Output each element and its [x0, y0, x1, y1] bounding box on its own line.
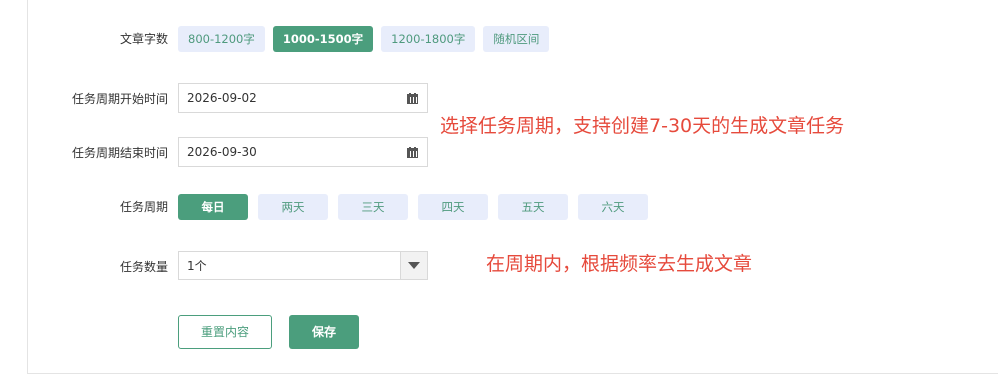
- word-count-option-1200-1800[interactable]: 1200-1800字: [381, 26, 476, 52]
- period-option-four-days[interactable]: 四天: [418, 194, 488, 220]
- period-option-six-days[interactable]: 六天: [578, 194, 648, 220]
- content-border-bottom: [27, 373, 998, 374]
- period-option-five-days[interactable]: 五天: [498, 194, 568, 220]
- calendar-icon[interactable]: [407, 146, 418, 158]
- period-option-daily[interactable]: 每日: [178, 194, 248, 220]
- reset-button[interactable]: 重置内容: [178, 315, 272, 349]
- quantity-select[interactable]: 1个: [178, 251, 428, 280]
- word-count-options: 800-1200字 1000-1500字 1200-1800字 随机区间: [178, 26, 550, 52]
- end-date-value: 2026-09-30: [187, 145, 257, 159]
- word-count-option-800-1200[interactable]: 800-1200字: [178, 26, 265, 52]
- start-date-label: 任务周期开始时间: [71, 92, 168, 106]
- caret-down-icon: [408, 262, 420, 269]
- word-count-label: 文章字数: [119, 32, 168, 46]
- period-options: 每日 两天 三天 四天 五天 六天: [178, 194, 648, 220]
- save-button[interactable]: 保存: [289, 315, 359, 349]
- end-date-label: 任务周期结束时间: [71, 146, 168, 160]
- start-date-value: 2026-09-02: [187, 91, 257, 105]
- quantity-value: 1个: [187, 259, 207, 273]
- quantity-annotation: 在周期内，根据频率去生成文章: [486, 253, 753, 275]
- end-date-input[interactable]: 2026-09-30: [178, 137, 428, 167]
- calendar-icon[interactable]: [407, 92, 418, 104]
- start-date-input[interactable]: 2026-09-02: [178, 83, 428, 113]
- word-count-option-random[interactable]: 随机区间: [483, 26, 550, 52]
- date-range-annotation: 选择任务周期，支持创建7-30天的生成文章任务: [440, 115, 845, 137]
- quantity-label: 任务数量: [119, 260, 168, 274]
- word-count-option-1000-1500[interactable]: 1000-1500字: [272, 26, 374, 52]
- period-label: 任务周期: [119, 200, 168, 214]
- dropdown-toggle[interactable]: [400, 252, 427, 279]
- period-option-two-days[interactable]: 两天: [258, 194, 328, 220]
- period-option-three-days[interactable]: 三天: [338, 194, 408, 220]
- content-border-left: [27, 0, 28, 374]
